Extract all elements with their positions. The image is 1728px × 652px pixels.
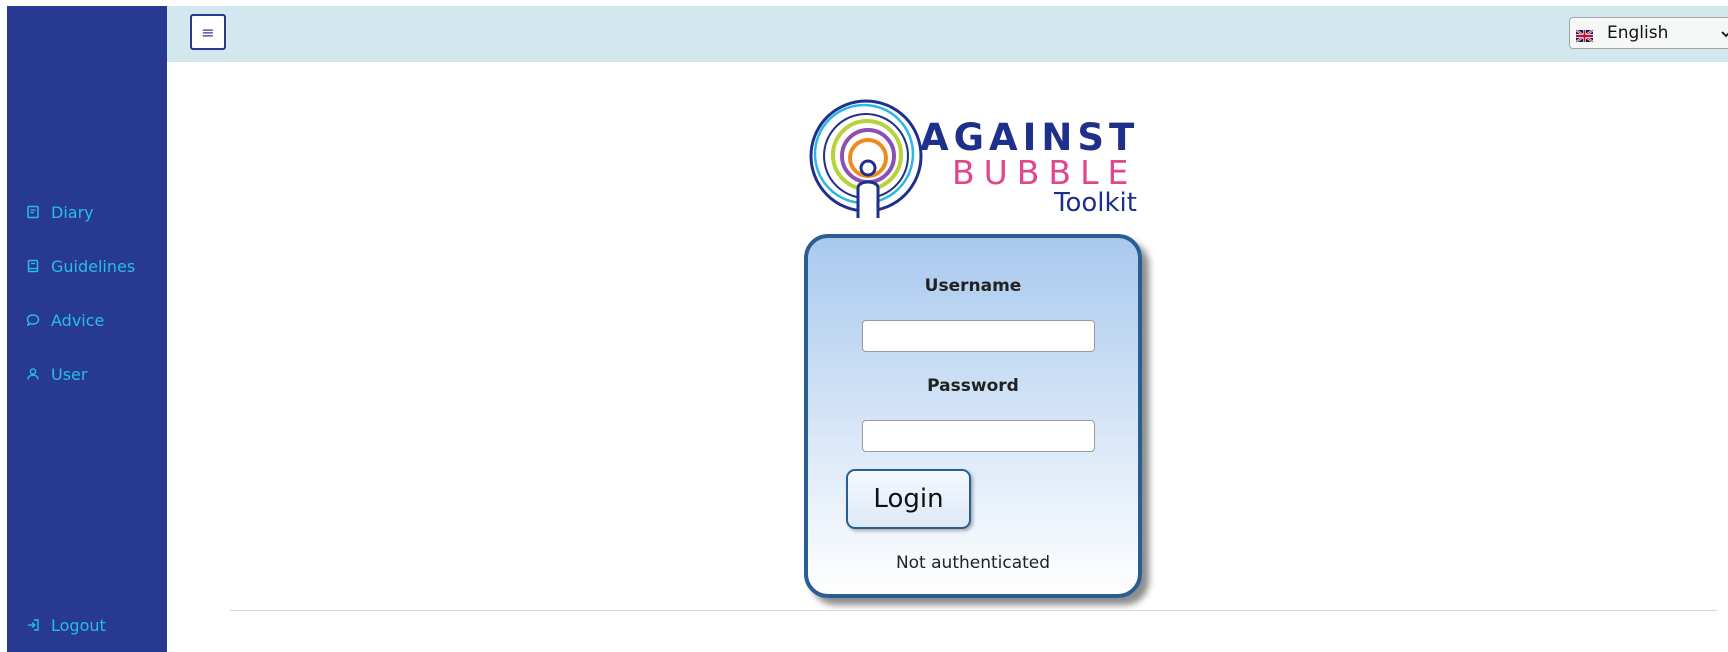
menu-toggle-button[interactable]: ≡ <box>190 14 226 50</box>
login-button[interactable]: Login <box>846 469 971 529</box>
sidebar-item-label: Logout <box>51 615 106 635</box>
top-bar: ≡ English <box>167 6 1728 62</box>
against-bubble-logo: AGAINST BUBBLE Toolkit <box>800 96 1150 222</box>
book-icon <box>25 258 41 274</box>
divider <box>230 610 1717 611</box>
sidebar-item-advice[interactable]: Advice <box>25 308 104 332</box>
speech-bubble-icon <box>25 312 41 328</box>
sidebar-item-label: User <box>51 364 88 384</box>
chevron-down-icon <box>1719 26 1728 40</box>
uk-flag-icon <box>1575 27 1594 44</box>
sidebar: Diary Guidelines Advice User Logout <box>7 6 167 652</box>
hamburger-menu-icon: ≡ <box>201 22 215 42</box>
logo-swirl-icon <box>809 99 923 218</box>
language-select[interactable]: English <box>1569 17 1728 49</box>
sidebar-item-label: Advice <box>51 310 105 330</box>
diary-icon <box>25 204 41 220</box>
auth-status-text: Not authenticated <box>895 553 1051 573</box>
logo-text-bubble: BUBBLE <box>952 153 1138 192</box>
username-label: Username <box>924 276 1022 296</box>
password-label: Password <box>927 376 1019 396</box>
login-card: Username Password Login Not authenticate… <box>804 234 1142 598</box>
sidebar-item-guidelines[interactable]: Guidelines <box>25 254 135 278</box>
sidebar-item-logout[interactable]: Logout <box>25 613 106 637</box>
user-icon <box>25 366 41 382</box>
logo-text-toolkit: Toolkit <box>1054 188 1137 218</box>
password-input[interactable] <box>862 420 1095 452</box>
logout-icon <box>25 617 41 633</box>
language-select-value: English <box>1607 23 1669 43</box>
sidebar-item-label: Guidelines <box>51 256 136 276</box>
sidebar-item-user[interactable]: User <box>25 362 87 386</box>
sidebar-item-diary[interactable]: Diary <box>25 200 94 224</box>
sidebar-item-label: Diary <box>51 202 94 222</box>
username-input[interactable] <box>862 320 1095 352</box>
